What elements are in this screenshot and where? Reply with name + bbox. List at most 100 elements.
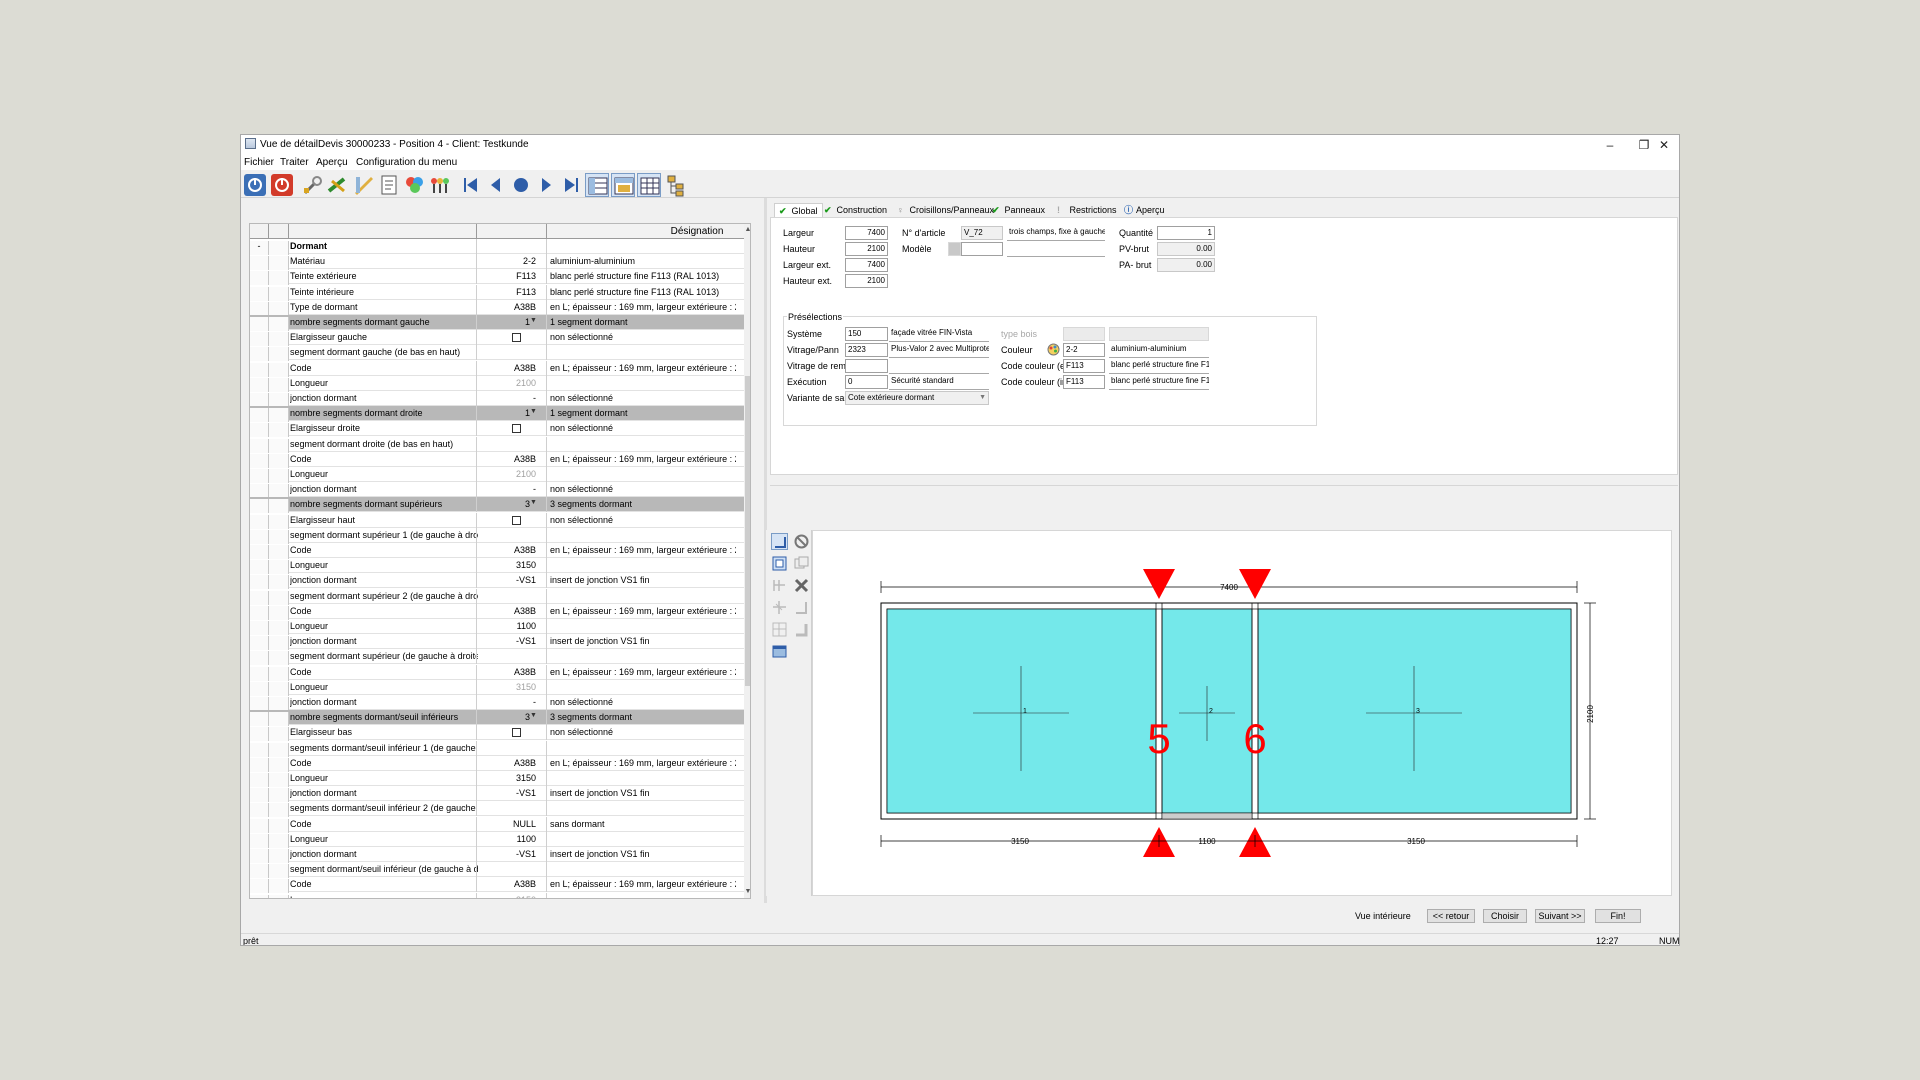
row-value[interactable]: - xyxy=(478,393,536,403)
row-expander[interactable] xyxy=(250,575,269,590)
table-row[interactable]: jonction dormant -VS1 insert de jonction V… xyxy=(250,634,745,651)
window-view-icon[interactable] xyxy=(771,643,788,660)
hauteur-ext-field[interactable]: 2100 xyxy=(845,274,888,288)
nav-next-icon[interactable] xyxy=(534,173,558,197)
row-expander[interactable] xyxy=(250,529,269,544)
scroll-up-icon[interactable]: ▲ xyxy=(744,226,750,233)
layout-icon-3[interactable] xyxy=(637,173,661,197)
glass-field-3[interactable] xyxy=(1257,608,1572,814)
row-value[interactable]: 3 xyxy=(478,499,530,509)
menu-apercu[interactable]: Aperçu xyxy=(316,157,348,168)
table-row[interactable]: segments dormant/seuil inférieur 2 (de g… xyxy=(250,801,745,818)
profile-tool-icon[interactable] xyxy=(793,599,810,616)
table-row[interactable]: Code A38B en L; épaisseur : 169 mm, largeu… xyxy=(250,451,745,468)
table-row[interactable]: nombre segments dormant gauche 1 ▼ 1 segmen… xyxy=(250,315,745,331)
row-expander[interactable] xyxy=(250,377,269,392)
row-value[interactable]: 3150 xyxy=(478,895,536,898)
section-row[interactable]: - Dormant xyxy=(250,239,745,255)
row-value[interactable]: 1100 xyxy=(478,621,536,631)
row-value[interactable]: 1 xyxy=(478,408,530,418)
tab-restrictions[interactable]: ! Restrictions xyxy=(1057,203,1117,217)
tab-construction[interactable]: ✔ Construction xyxy=(824,203,887,217)
row-expander[interactable] xyxy=(250,286,269,301)
grid-scrollbar[interactable]: ▲ ▼ xyxy=(744,224,750,898)
vitrage-field[interactable]: 2323 xyxy=(845,343,888,357)
finish-button[interactable]: Fin! xyxy=(1595,909,1641,923)
largeur-field[interactable]: 7400 xyxy=(845,226,888,240)
row-value[interactable]: 3 xyxy=(478,712,530,722)
split-tool-icon[interactable] xyxy=(771,599,788,616)
row-expander[interactable] xyxy=(250,453,269,468)
table-row[interactable]: Elargisseur bas non sélectionné xyxy=(250,725,745,742)
table-row[interactable]: segment dormant droite (de bas en haut) xyxy=(250,436,745,453)
article-field[interactable]: V_72 xyxy=(961,226,1003,240)
row-expander[interactable] xyxy=(250,849,269,863)
row-expander[interactable] xyxy=(250,332,269,347)
largeur-ext-field[interactable]: 7400 xyxy=(845,258,888,272)
wrench-icon[interactable] xyxy=(301,173,325,197)
couleur-field[interactable]: 2-2 xyxy=(1063,343,1105,357)
scroll-down-icon[interactable]: ▼ xyxy=(744,888,750,895)
table-row[interactable]: Code A38B en L; épaisseur : 169 mm, largeu… xyxy=(250,877,745,894)
tab-apercu[interactable]: ⓘ Aperçu xyxy=(1124,203,1165,217)
copy-tool-icon[interactable] xyxy=(793,555,810,572)
row-expander[interactable]: - xyxy=(250,241,269,255)
tools-icon[interactable] xyxy=(326,173,350,197)
row-value[interactable]: A38B xyxy=(478,879,536,889)
nav-last-icon[interactable] xyxy=(559,173,583,197)
row-value[interactable]: A38B xyxy=(478,667,536,677)
row-value[interactable]: A38B xyxy=(478,454,536,464)
tab-croisillons[interactable]: ♀ Croisillons/Panneaux xyxy=(897,203,994,217)
row-value[interactable]: A38B xyxy=(478,758,536,768)
row-value[interactable]: 3150 xyxy=(478,560,536,570)
mullion-tool-icon[interactable] xyxy=(771,577,788,594)
code-couleur-ext-field[interactable]: F113 xyxy=(1063,359,1105,373)
top-marker-2[interactable] xyxy=(1239,569,1271,599)
row-value[interactable]: -VS1 xyxy=(478,849,536,859)
nav-first-icon[interactable] xyxy=(459,173,483,197)
table-row[interactable]: Code A38B en L; épaisseur : 169 mm, largeu… xyxy=(250,360,745,377)
select-tool-icon[interactable] xyxy=(771,533,788,550)
row-expander[interactable] xyxy=(250,438,269,453)
row-expander[interactable] xyxy=(250,894,269,898)
row-expander[interactable] xyxy=(250,727,269,742)
row-expander[interactable] xyxy=(250,317,269,331)
table-row[interactable]: Elargisseur haut non sélectionné xyxy=(250,512,745,529)
table-row[interactable]: Longueur 2100 xyxy=(250,467,745,483)
table-row[interactable]: Longueur 1100 xyxy=(250,831,745,848)
hauteur-field[interactable]: 2100 xyxy=(845,242,888,256)
color-palette-icon[interactable] xyxy=(1047,343,1060,356)
row-checkbox[interactable] xyxy=(512,728,521,738)
row-expander[interactable] xyxy=(250,605,269,620)
table-row[interactable]: segments dormant/seuil inférieur 1 (de g… xyxy=(250,740,745,757)
row-expander[interactable] xyxy=(250,362,269,377)
table-row[interactable]: jonction dormant - non sélectionné xyxy=(250,695,745,711)
menu-fichier[interactable]: Fichier xyxy=(244,157,274,168)
nav-prev-icon[interactable] xyxy=(484,173,508,197)
execution-field[interactable]: 0 xyxy=(845,375,888,389)
chart-pins-icon[interactable] xyxy=(428,173,452,197)
row-expander[interactable] xyxy=(250,484,269,499)
row-value[interactable]: 3150 xyxy=(478,773,536,783)
scroll-thumb[interactable] xyxy=(745,376,750,686)
row-expander[interactable] xyxy=(250,757,269,772)
frame-tool-icon[interactable] xyxy=(771,555,788,572)
row-expander[interactable] xyxy=(250,347,269,362)
modele-field[interactable] xyxy=(961,242,1003,256)
table-row[interactable]: Teinte extérieure F113 blanc perlé structu… xyxy=(250,269,745,286)
table-row[interactable]: jonction dormant -VS1 insert de jonction V… xyxy=(250,847,745,863)
table-row[interactable]: segment dormant supérieur 1 (de gauche à… xyxy=(250,527,745,544)
row-value[interactable]: A38B xyxy=(478,363,536,373)
power-red-icon[interactable] xyxy=(270,173,294,197)
row-value[interactable]: - xyxy=(478,697,536,707)
row-expander[interactable] xyxy=(250,393,269,407)
table-row[interactable]: segment dormant/seuil inférieur (de gauc… xyxy=(250,862,745,879)
table-row[interactable]: Code NULL sans dormant xyxy=(250,816,745,833)
vitrage-remplace-field[interactable] xyxy=(845,359,888,373)
row-expander[interactable] xyxy=(250,773,269,787)
row-value[interactable]: A38B xyxy=(478,302,536,312)
variante-select[interactable]: Cote extérieure dormant ▼ xyxy=(845,391,989,405)
row-expander[interactable] xyxy=(250,879,269,894)
table-row[interactable]: Longueur 3150 xyxy=(250,679,745,696)
row-expander[interactable] xyxy=(250,545,269,559)
